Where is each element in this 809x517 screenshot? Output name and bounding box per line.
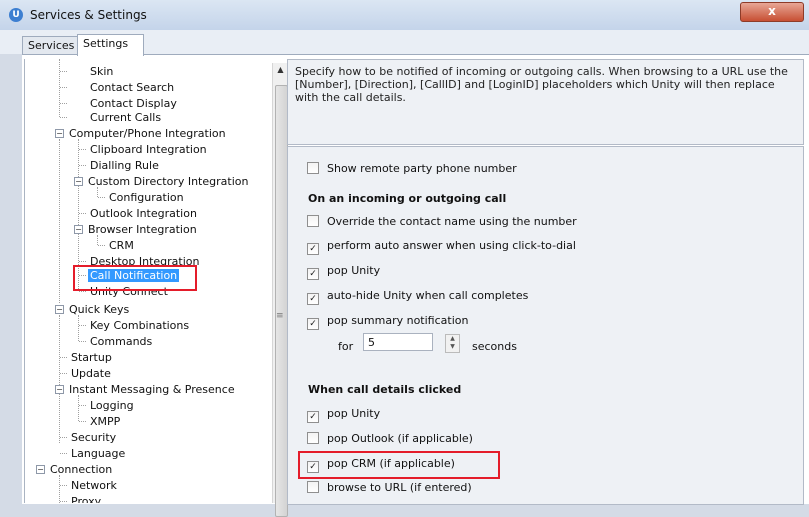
tree-item-custom-directory-integration[interactable]: Custom Directory Integration bbox=[88, 175, 248, 188]
checkbox-icon[interactable] bbox=[307, 481, 319, 493]
tree-item-proxy[interactable]: Proxy bbox=[71, 495, 101, 503]
tree-item-contact-display[interactable]: Contact Display bbox=[90, 97, 177, 110]
spin-up-icon[interactable]: ▲ bbox=[446, 335, 459, 343]
tree-line bbox=[79, 213, 86, 214]
description-text: Specify how to be notified of incoming o… bbox=[295, 65, 788, 104]
auto-hide-checkbox[interactable]: ✓ auto-hide Unity when call completes bbox=[307, 289, 528, 305]
highlight-box bbox=[298, 451, 500, 479]
tree-line bbox=[97, 187, 98, 197]
check-mark-icon[interactable]: ✓ bbox=[307, 318, 319, 330]
tree-item-clipboard-integration[interactable]: Clipboard Integration bbox=[90, 143, 207, 156]
tree-line bbox=[79, 165, 86, 166]
duration-input[interactable]: 5 bbox=[363, 333, 433, 351]
tree-item-network[interactable]: Network bbox=[71, 479, 117, 492]
settings-tree[interactable]: Skin Contact Search Contact Display Curr… bbox=[24, 59, 288, 503]
tree-item-current-calls[interactable]: Current Calls bbox=[90, 111, 161, 124]
tree-line bbox=[79, 325, 86, 326]
tree-item-commands[interactable]: Commands bbox=[90, 335, 152, 348]
tab-bar: Services Settings bbox=[0, 30, 809, 56]
tree-line bbox=[59, 59, 60, 117]
tree-item-configuration[interactable]: Configuration bbox=[109, 191, 184, 204]
scroll-up-icon[interactable]: ▲ bbox=[273, 63, 288, 76]
collapse-icon[interactable]: − bbox=[36, 465, 45, 474]
tree-line bbox=[60, 117, 67, 118]
tree-line bbox=[60, 71, 67, 72]
tree-item-logging[interactable]: Logging bbox=[90, 399, 134, 412]
tree-line bbox=[59, 475, 60, 503]
tree-line bbox=[60, 87, 67, 88]
override-contact-checkbox[interactable]: Override the contact name using the numb… bbox=[307, 215, 577, 228]
tree-line bbox=[79, 341, 86, 342]
tree-item-skin[interactable]: Skin bbox=[90, 65, 113, 78]
tree-line bbox=[60, 485, 67, 486]
tree-scrollbar[interactable]: ▲ ≡ bbox=[272, 63, 288, 517]
tab-settings[interactable]: Settings bbox=[77, 34, 144, 56]
auto-answer-checkbox[interactable]: ✓ perform auto answer when using click-to… bbox=[307, 239, 576, 255]
duration-spinner[interactable]: ▲ ▼ bbox=[445, 334, 460, 353]
tree-item-language[interactable]: Language bbox=[71, 447, 125, 460]
check-mark-icon[interactable]: ✓ bbox=[307, 268, 319, 280]
click-pop-unity-checkbox[interactable]: ✓ pop Unity bbox=[307, 407, 380, 423]
pop-unity-checkbox[interactable]: ✓ pop Unity bbox=[307, 264, 380, 280]
tree-item-xmpp[interactable]: XMPP bbox=[90, 415, 120, 428]
grip-icon: ≡ bbox=[276, 311, 284, 321]
show-remote-checkbox[interactable]: Show remote party phone number bbox=[307, 162, 517, 175]
tree-line bbox=[98, 245, 105, 246]
tree-line bbox=[79, 405, 86, 406]
tree-line bbox=[60, 357, 67, 358]
tree-line bbox=[60, 437, 67, 438]
title-bar: U Services & Settings x bbox=[0, 0, 809, 31]
checkbox-icon[interactable] bbox=[307, 215, 319, 227]
tree-item-security[interactable]: Security bbox=[71, 431, 116, 444]
tree-line bbox=[98, 197, 105, 198]
tree-item-contact-search[interactable]: Contact Search bbox=[90, 81, 174, 94]
description-panel: Specify how to be notified of incoming o… bbox=[287, 59, 804, 145]
tree-item-computer-phone-integration[interactable]: Computer/Phone Integration bbox=[69, 127, 226, 140]
tree-item-outlook-integration[interactable]: Outlook Integration bbox=[90, 207, 197, 220]
collapse-icon[interactable]: − bbox=[74, 177, 83, 186]
tree-item-key-combinations[interactable]: Key Combinations bbox=[90, 319, 189, 332]
tree-line bbox=[79, 149, 86, 150]
tree-item-instant-messaging-presence[interactable]: Instant Messaging & Presence bbox=[69, 383, 235, 396]
tree-line bbox=[59, 139, 60, 303]
checkbox-icon[interactable] bbox=[307, 162, 319, 174]
tree-line bbox=[59, 315, 60, 443]
tree-line bbox=[78, 315, 79, 341]
tree-line bbox=[79, 421, 86, 422]
tree-item-crm[interactable]: CRM bbox=[109, 239, 134, 252]
close-button[interactable]: x bbox=[740, 2, 804, 22]
section-heading: When call details clicked bbox=[308, 383, 462, 396]
window-title: Services & Settings bbox=[30, 8, 147, 22]
tree-line bbox=[60, 453, 67, 454]
tree-item-startup[interactable]: Startup bbox=[71, 351, 112, 364]
tree-item-browser-integration[interactable]: Browser Integration bbox=[88, 223, 197, 236]
tree-item-update[interactable]: Update bbox=[71, 367, 111, 380]
tree-line bbox=[78, 395, 79, 421]
app-logo-icon: U bbox=[9, 8, 23, 22]
spin-down-icon[interactable]: ▼ bbox=[446, 343, 459, 351]
collapse-icon[interactable]: − bbox=[55, 129, 64, 138]
pop-summary-checkbox[interactable]: ✓ pop summary notification bbox=[307, 314, 468, 330]
collapse-icon[interactable]: − bbox=[55, 385, 64, 394]
click-pop-outlook-checkbox[interactable]: pop Outlook (if applicable) bbox=[307, 432, 473, 445]
check-mark-icon[interactable]: ✓ bbox=[307, 293, 319, 305]
section-heading: On an incoming or outgoing call bbox=[308, 192, 507, 205]
tree-line bbox=[79, 291, 86, 292]
collapse-icon[interactable]: − bbox=[55, 305, 64, 314]
collapse-icon[interactable]: − bbox=[74, 225, 83, 234]
tree-line bbox=[79, 261, 86, 262]
tree-line bbox=[60, 103, 67, 104]
for-label: for bbox=[338, 340, 354, 353]
settings-panel: Show remote party phone number On an inc… bbox=[287, 146, 804, 505]
click-browse-url-checkbox[interactable]: browse to URL (if entered) bbox=[307, 481, 472, 494]
check-mark-icon[interactable]: ✓ bbox=[307, 411, 319, 423]
seconds-label: seconds bbox=[472, 340, 517, 353]
tree-line bbox=[60, 501, 67, 502]
tree-item-dialling-rule[interactable]: Dialling Rule bbox=[90, 159, 159, 172]
highlight-box bbox=[73, 265, 197, 291]
check-mark-icon[interactable]: ✓ bbox=[307, 243, 319, 255]
tree-line bbox=[97, 235, 98, 245]
checkbox-icon[interactable] bbox=[307, 432, 319, 444]
tree-line bbox=[60, 373, 67, 374]
